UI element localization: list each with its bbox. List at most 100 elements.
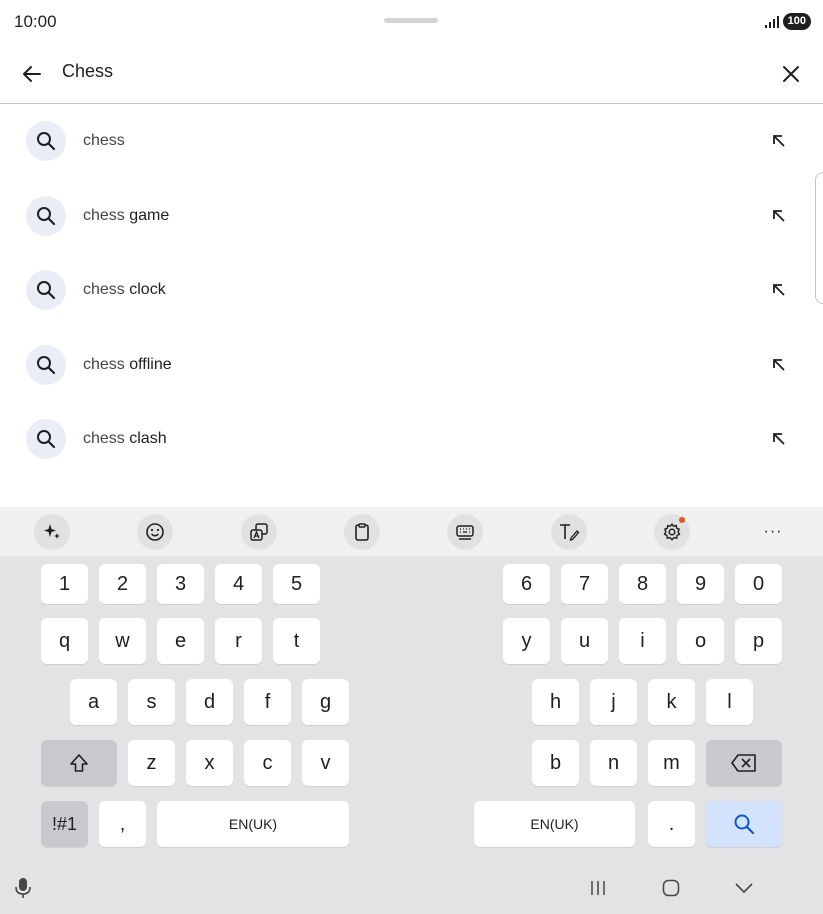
battery-indicator: 100 [782,13,811,30]
suggestion-suffix: offline [124,355,172,373]
suggestion-suffix: clock [124,281,166,298]
shift-key[interactable] [41,740,117,786]
search-icon [26,344,66,385]
suggestion-suffix: game [124,206,170,224]
key-5[interactable]: 5 [273,564,320,604]
key-2[interactable]: 2 [99,564,146,604]
home-icon [662,879,680,897]
key-m[interactable]: m [648,740,695,786]
search-icon [26,195,66,236]
suggestion-item[interactable]: chess clash [0,402,823,477]
key-1[interactable]: 1 [41,564,88,604]
back-button[interactable] [16,58,48,90]
settings-icon[interactable] [654,514,690,550]
space-key-right[interactable]: EN(UK) [474,801,635,847]
recent-apps-button[interactable] [584,874,612,902]
key-7[interactable]: 7 [561,564,608,604]
fill-query-arrow-icon[interactable] [768,354,790,376]
notification-dot [679,517,685,523]
key-g[interactable]: g [302,679,349,725]
suggestion-text: chess clock [83,281,166,299]
fill-query-arrow-icon[interactable] [768,428,790,450]
key-q[interactable]: q [41,618,88,664]
clipboard-icon[interactable] [344,514,380,550]
clear-search-button[interactable] [775,58,807,90]
ai-sparkle-icon[interactable] [34,514,70,550]
suggestion-item[interactable]: chess game [0,179,823,254]
signal-icon [764,15,779,28]
suggestion-item[interactable]: chess clock [0,253,823,328]
key-4[interactable]: 4 [215,564,262,604]
translate-icon[interactable] [241,514,277,550]
period-key[interactable]: . [648,801,695,847]
more-icon[interactable]: ··· [755,514,791,550]
suggestion-suffix: clash [124,430,167,447]
hide-keyboard-button[interactable] [730,874,758,902]
status-indicators: 100 [764,13,811,30]
home-button[interactable] [657,874,685,902]
key-b[interactable]: b [532,740,579,786]
search-icon [26,121,66,161]
back-arrow-icon [23,66,41,82]
key-y[interactable]: y [503,618,550,664]
voice-input-button[interactable] [9,874,37,902]
key-n[interactable]: n [590,740,637,786]
suggestion-text: chess offline [83,356,172,374]
key-d[interactable]: d [186,679,233,725]
key-h[interactable]: h [532,679,579,725]
key-j[interactable]: j [590,679,637,725]
key-8[interactable]: 8 [619,564,666,604]
fill-query-arrow-icon[interactable] [768,130,790,152]
chevron-down-icon [735,883,753,894]
key-f[interactable]: f [244,679,291,725]
key-k[interactable]: k [648,679,695,725]
key-x[interactable]: x [186,740,233,786]
key-3[interactable]: 3 [157,564,204,604]
suggestion-item[interactable]: chess [0,104,823,179]
suggestion-prefix: chess [83,281,125,298]
keyboard: ··· 1 2 3 4 5 6 7 8 9 0 q w e r t y u i … [0,507,823,914]
comma-key[interactable]: , [99,801,146,847]
space-key-left[interactable]: EN(UK) [157,801,349,847]
close-icon [783,66,799,82]
drag-handle [384,18,438,23]
key-a[interactable]: a [70,679,117,725]
key-u[interactable]: u [561,618,608,664]
suggestion-text: chess game [83,207,169,225]
suggestion-text: chess clash [83,430,167,448]
key-r[interactable]: r [215,618,262,664]
key-0[interactable]: 0 [735,564,782,604]
shift-icon [70,754,88,772]
key-i[interactable]: i [619,618,666,664]
edge-panel-handle[interactable] [815,172,823,304]
status-bar: 10:00 100 [0,0,823,44]
key-e[interactable]: e [157,618,204,664]
keyboard-mode-icon[interactable] [447,514,483,550]
search-icon [734,814,755,835]
fill-query-arrow-icon[interactable] [768,279,790,301]
keyboard-toolbar: ··· [0,507,823,556]
key-z[interactable]: z [128,740,175,786]
key-l[interactable]: l [706,679,753,725]
key-w[interactable]: w [99,618,146,664]
key-c[interactable]: c [244,740,291,786]
fill-query-arrow-icon[interactable] [768,205,790,227]
suggestion-list: chess chess game chess clock chess offli… [0,104,823,477]
suggestion-text: chess [83,132,125,150]
suggestion-item[interactable]: chess offline [0,328,823,403]
key-p[interactable]: p [735,618,782,664]
key-6[interactable]: 6 [503,564,550,604]
search-icon [26,270,66,310]
search-input[interactable]: Chess [62,61,113,82]
backspace-key[interactable] [706,740,782,786]
search-bar: Chess [0,44,823,104]
key-v[interactable]: v [302,740,349,786]
key-o[interactable]: o [677,618,724,664]
key-s[interactable]: s [128,679,175,725]
emoji-icon[interactable] [137,514,173,550]
key-9[interactable]: 9 [677,564,724,604]
symbols-key[interactable]: !#1 [41,801,88,847]
text-edit-icon[interactable] [551,514,587,550]
search-key[interactable] [706,801,782,847]
key-t[interactable]: t [273,618,320,664]
